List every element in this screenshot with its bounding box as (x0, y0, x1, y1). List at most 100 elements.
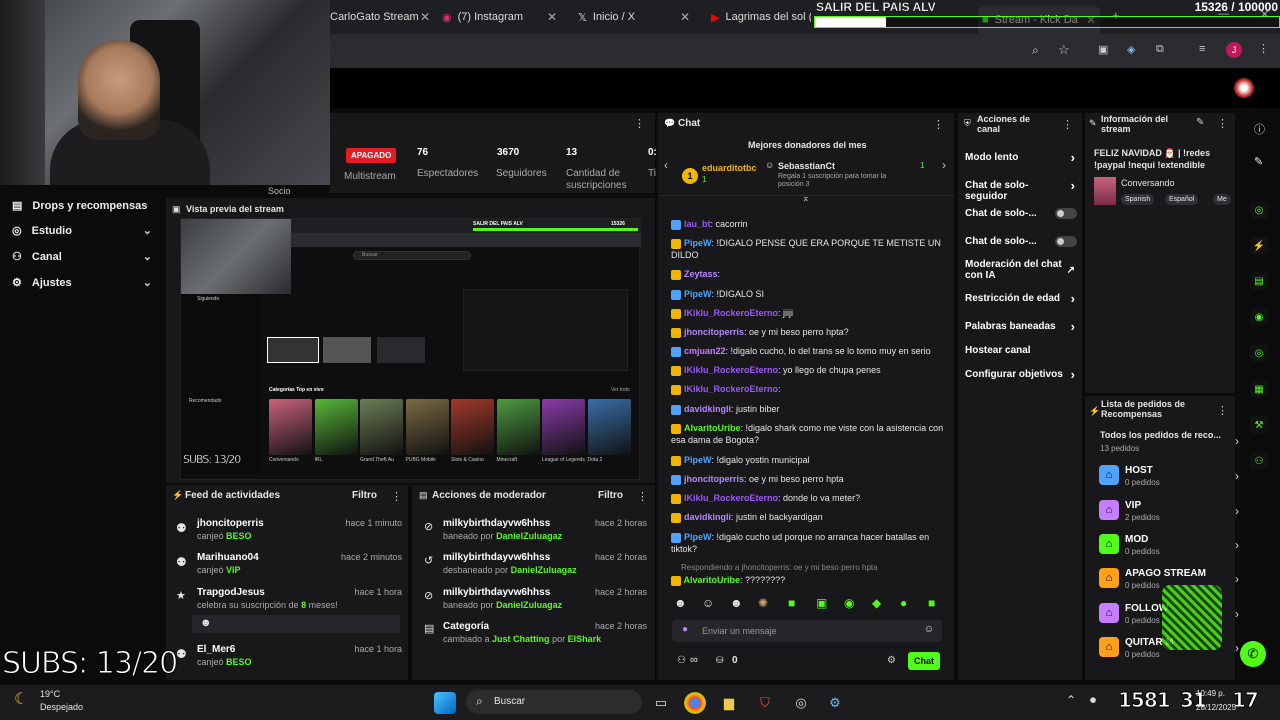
broadcast-icon[interactable]: ◎ (1250, 344, 1268, 362)
folder-icon[interactable]: ▆ (718, 692, 740, 714)
emoji-icon[interactable]: ☺ (924, 624, 934, 635)
action-item[interactable]: Palabras baneadas › (965, 320, 1075, 345)
more-icon[interactable]: ⋮ (637, 490, 648, 503)
menu-icon[interactable]: ⋮ (1258, 42, 1269, 55)
gear-icon[interactable]: ⚙ (887, 655, 896, 666)
action-item[interactable]: Chat de solo-seguidor › (965, 179, 1075, 204)
donor-name[interactable]: eduarditotbc (702, 163, 757, 173)
chat-username[interactable]: davidkingli (684, 404, 731, 414)
reward-item[interactable]: ⌂ VIP 2 pedidos › (1099, 500, 1239, 528)
action-item[interactable]: Chat de solo-... (965, 236, 1077, 260)
action-item[interactable]: Moderación del chat con IA ↗ (965, 259, 1075, 283)
tab-youtube[interactable]: ▶ Lagrimas del sol ( (711, 8, 811, 26)
feed-user[interactable]: El_Mer6 (197, 644, 235, 655)
chat-send-button[interactable]: Chat (908, 652, 940, 670)
pencil-icon[interactable]: ✎ (1196, 117, 1204, 128)
task-view-icon[interactable]: ▭ (650, 692, 672, 714)
chevron-right-icon[interactable]: › (942, 158, 946, 172)
emote-icon[interactable]: ■ (788, 596, 795, 610)
chat-username[interactable]: IKiklu_RockeroEterno (684, 384, 778, 394)
action-item[interactable]: Configurar objetivos › (965, 368, 1075, 393)
category-thumb[interactable] (587, 399, 631, 455)
category-thumb[interactable] (405, 399, 449, 455)
reward-item[interactable]: ⌂ HOST 0 pedidos › (1099, 465, 1239, 493)
action-item[interactable]: Chat de solo-... (965, 208, 1077, 232)
users-icon[interactable]: ⚇ (1250, 452, 1268, 470)
chat-username[interactable]: PipeW (684, 532, 712, 542)
chrome-icon[interactable] (684, 692, 706, 714)
more-icon[interactable]: ⋮ (933, 118, 944, 131)
users-icon[interactable]: ⚇ (677, 655, 686, 666)
emote-icon[interactable]: ◆ (872, 596, 881, 610)
user-avatar[interactable] (1234, 78, 1254, 98)
chat-username[interactable]: IKiklu_RockeroEterno (684, 365, 778, 375)
windows-start-icon[interactable] (434, 692, 456, 714)
action-item[interactable]: Restricción de edad › (965, 292, 1075, 317)
infinity-icon[interactable]: ∞ (690, 654, 698, 666)
info-icon[interactable]: ⓘ (1254, 121, 1265, 137)
media-icon[interactable]: ≡ (1199, 43, 1205, 55)
more-icon[interactable]: ⋮ (1062, 118, 1073, 131)
brave-icon[interactable]: ⛉ (754, 692, 776, 714)
toggle-switch[interactable] (1055, 236, 1077, 247)
stream-preview[interactable]: SALIR DEL PAIS ALV 15326 Buscar Siguiend… (180, 218, 641, 480)
chevron-left-icon[interactable]: ‹ (664, 158, 668, 172)
close-icon[interactable]: ✕ (680, 10, 690, 24)
chat-username[interactable]: PipeW (684, 289, 712, 299)
extension-icon[interactable]: ◈ (1127, 43, 1135, 56)
feed-user[interactable]: TrapgodJesus (197, 587, 265, 598)
emote-icon[interactable]: ▣ (816, 596, 827, 610)
emote-icon[interactable]: ☻ (674, 596, 687, 610)
chat-username[interactable]: PipeW (684, 455, 712, 465)
more-icon[interactable]: ⋮ (391, 490, 402, 503)
document-icon[interactable]: ▤ (1250, 272, 1268, 290)
emote-icon[interactable]: ☻ (730, 596, 743, 610)
close-icon[interactable]: ✕ (420, 10, 430, 24)
taskbar-search[interactable]: ⌕ Buscar (466, 690, 642, 714)
mod-user[interactable]: milkybirthdayvw6hhss (443, 518, 550, 529)
feed-user[interactable]: jhoncitoperris (197, 518, 264, 529)
tab-instagram[interactable]: ◉ (7) Instagram ✕ (442, 8, 557, 26)
chat-username[interactable]: IKiklu_RockeroEterno (684, 493, 778, 503)
sidebar-item-estudio[interactable]: ◎ Estudio ⌄ (12, 224, 152, 238)
tab-carlogato[interactable]: CarloGato Stream ✕ (330, 8, 430, 26)
category-thumb[interactable] (496, 399, 540, 455)
category-thumb[interactable] (314, 399, 358, 455)
close-icon[interactable]: ✕ (547, 10, 557, 24)
mod-filter-button[interactable]: Filtro (598, 490, 623, 501)
bolt-icon[interactable]: ⚡ (1250, 237, 1268, 255)
feed-filter-button[interactable]: Filtro (352, 490, 377, 501)
category-thumb[interactable] (542, 399, 585, 455)
feed-user[interactable]: Marihuano04 (197, 552, 259, 563)
zoom-icon[interactable]: ⌕ (1032, 43, 1039, 58)
emote-icon[interactable]: ◉ (844, 596, 854, 610)
chat-bubble-icon[interactable]: ◉ (1250, 308, 1268, 326)
chat-username[interactable]: AlvaritoUribe (684, 575, 741, 585)
toggle-switch[interactable] (1055, 208, 1077, 219)
more-icon[interactable]: ⋮ (1217, 117, 1228, 130)
category-thumb[interactable] (360, 399, 403, 455)
mod-user[interactable]: milkybirthdayvw6hhss (443, 587, 550, 598)
emote-icon[interactable]: ☺ (702, 596, 714, 610)
reward-item[interactable]: ⌂ MOD 0 pedidos › (1099, 534, 1239, 562)
chat-username[interactable]: jhoncitoperris (684, 327, 744, 337)
chat-username[interactable]: Zeytass (684, 269, 718, 279)
sidebar-item-canal[interactable]: ⚇ Canal ⌄ (12, 250, 152, 264)
reward-all[interactable]: Todos los pedidos de reco... 13 pedidos … (1099, 430, 1239, 456)
wrench-icon[interactable]: ⚒ (1250, 416, 1268, 434)
mod-user[interactable]: milkybirthdayvw6hhss (443, 552, 550, 563)
bookmark-star-icon[interactable]: ☆ (1058, 42, 1070, 58)
tab-x[interactable]: 𝕏 Inicio / X ✕ (578, 8, 690, 26)
emote-icon[interactable]: ■ (928, 596, 935, 610)
action-item[interactable]: Modo lento › (965, 151, 1075, 176)
sidebar-item-drops[interactable]: ▤ Drops y recompensas (12, 199, 152, 213)
pencil-icon[interactable]: ✎ (1254, 155, 1263, 168)
steam-icon[interactable]: ⚙ (824, 692, 846, 714)
sidebar-item-ajustes[interactable]: ⚙ Ajustes ⌄ (12, 276, 152, 290)
chat-username[interactable]: lau_bt (684, 219, 711, 229)
emote-icon[interactable]: ● (900, 596, 907, 610)
profile-avatar[interactable]: J (1226, 42, 1242, 58)
support-chat-button[interactable]: ✆ (1240, 641, 1266, 667)
screen-icon[interactable]: ▣ (1098, 43, 1108, 56)
mic-tray-icon[interactable]: ⏺ (1090, 693, 1096, 708)
